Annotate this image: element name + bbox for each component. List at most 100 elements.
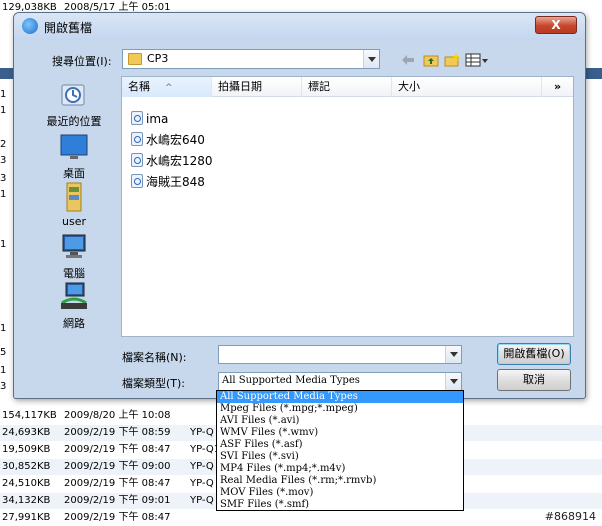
dialog-title: 開啟舊檔 bbox=[44, 21, 93, 35]
file-type-option[interactable]: SMF Files (*.smf) bbox=[217, 499, 463, 511]
background-ref: YP-Q bbox=[190, 478, 214, 489]
recent-places-icon bbox=[58, 79, 90, 111]
file-list-view[interactable]: 名稱 ^ 拍攝日期 標記 大小 » ima 水嶋宏640 水嶋宏1280 海賊王… bbox=[121, 76, 574, 337]
place-recent[interactable]: 最近的位置 bbox=[32, 79, 116, 129]
file-type-dropdown[interactable]: All Supported Media Types Mpeg Files (*.… bbox=[216, 390, 464, 511]
file-name: 水嶋宏1280 bbox=[146, 154, 213, 168]
folder-icon bbox=[128, 53, 142, 65]
look-in-label: 搜尋位置(I): bbox=[52, 55, 112, 68]
views-menu-icon[interactable] bbox=[465, 53, 489, 67]
look-in-value: CP3 bbox=[147, 52, 169, 65]
place-computer[interactable]: 電腦 bbox=[32, 231, 116, 281]
place-user[interactable]: user bbox=[32, 181, 116, 228]
background-date: 2009/2/19 下午 08:47 bbox=[64, 478, 171, 489]
camera-folder-icon bbox=[131, 153, 143, 167]
new-folder-icon[interactable] bbox=[444, 53, 460, 67]
file-type-option[interactable]: WMV Files (*.wmv) bbox=[217, 427, 463, 439]
background-size: 24,693KB bbox=[2, 427, 51, 438]
background-size: 34,132KB bbox=[2, 495, 51, 506]
file-type-option[interactable]: AVI Files (*.avi) bbox=[217, 415, 463, 427]
background-ref: YP-Q bbox=[190, 461, 214, 472]
background-ref: YP-Q bbox=[190, 495, 214, 506]
camera-folder-icon bbox=[131, 111, 143, 125]
file-type-option[interactable]: MP4 Files (*.mp4;*.m4v) bbox=[217, 463, 463, 475]
place-label: user bbox=[62, 215, 86, 228]
background-edge-number: 1 bbox=[0, 323, 7, 334]
file-type-value: All Supported Media Types bbox=[222, 375, 360, 386]
file-name-label: 檔案名稱(N): bbox=[122, 351, 187, 364]
background-size: 154,117KB bbox=[2, 410, 57, 421]
background-edge-number: 1 bbox=[0, 105, 7, 116]
camera-folder-icon bbox=[131, 132, 143, 146]
file-name-input[interactable] bbox=[218, 345, 462, 364]
background-date: 2009/2/19 下午 08:47 bbox=[64, 444, 171, 455]
background-date: 2009/2/19 下午 08:47 bbox=[64, 512, 171, 523]
list-item[interactable]: 水嶋宏1280 bbox=[131, 152, 213, 172]
sort-ascending-icon: ^ bbox=[165, 83, 173, 93]
camera-folder-icon bbox=[131, 174, 143, 188]
background-size: 24,510KB bbox=[2, 478, 51, 489]
list-item[interactable]: 海賊王848 bbox=[131, 173, 205, 193]
background-date: 2009/2/19 下午 08:59 bbox=[64, 427, 171, 438]
dialog-titlebar[interactable]: 開啟舊檔 X bbox=[14, 13, 585, 40]
file-type-option[interactable]: Real Media Files (*.rm;*.rmvb) bbox=[217, 475, 463, 487]
file-type-label: 檔案類型(T): bbox=[122, 377, 186, 390]
file-name: 海賊王848 bbox=[146, 175, 205, 189]
chevron-down-icon[interactable] bbox=[363, 50, 379, 68]
back-arrow-icon[interactable] bbox=[401, 53, 415, 67]
list-item[interactable]: ima bbox=[131, 110, 168, 130]
place-label: 桌面 bbox=[63, 167, 85, 180]
file-type-option[interactable]: All Supported Media Types bbox=[217, 391, 463, 403]
open-file-dialog: 開啟舊檔 X 搜尋位置(I): CP3 最近的位置 桌面 user 電腦 網路 … bbox=[13, 12, 586, 399]
background-date: 2009/2/19 下午 09:00 bbox=[64, 461, 171, 472]
app-logo-icon bbox=[22, 18, 38, 34]
column-header: 名稱 ^ 拍攝日期 標記 大小 » bbox=[122, 77, 573, 97]
background-edge-number: 1 bbox=[0, 189, 7, 200]
cancel-button[interactable]: 取消 bbox=[497, 369, 571, 391]
background-ref: YP-Q bbox=[190, 427, 214, 438]
column-tags[interactable]: 標記 bbox=[302, 77, 392, 97]
file-name: ima bbox=[146, 112, 169, 126]
list-item[interactable]: 水嶋宏640 bbox=[131, 131, 205, 151]
desktop-icon bbox=[58, 131, 90, 163]
background-edge-number: 3 bbox=[0, 173, 7, 184]
column-label: 名稱 bbox=[128, 80, 150, 93]
background-size: 30,852KB bbox=[2, 461, 51, 472]
background-date: 2009/2/19 下午 09:01 bbox=[64, 495, 171, 506]
close-button[interactable]: X bbox=[535, 16, 577, 34]
chevron-down-icon[interactable] bbox=[445, 373, 461, 390]
file-type-option[interactable]: MOV Files (*.mov) bbox=[217, 487, 463, 499]
background-edge-number: 3 bbox=[0, 381, 7, 392]
background-edge-number: 3 bbox=[0, 155, 7, 166]
column-size[interactable]: 大小 bbox=[392, 77, 542, 97]
background-edge-number: 5 bbox=[0, 347, 7, 358]
look-in-combobox[interactable]: CP3 bbox=[122, 49, 380, 69]
more-columns-button[interactable]: » bbox=[542, 77, 573, 97]
file-type-option[interactable]: Mpeg Files (*.mpg;*.mpeg) bbox=[217, 403, 463, 415]
place-label: 電腦 bbox=[63, 267, 85, 280]
up-folder-icon[interactable] bbox=[423, 53, 439, 67]
column-name[interactable]: 名稱 ^ bbox=[122, 77, 212, 97]
places-bar: 最近的位置 桌面 user 電腦 網路 bbox=[32, 77, 120, 337]
place-label: 網路 bbox=[63, 317, 85, 330]
open-button[interactable]: 開啟舊檔(O) bbox=[497, 343, 571, 365]
user-folder-icon bbox=[58, 181, 90, 213]
file-type-select[interactable]: All Supported Media Types bbox=[218, 372, 462, 391]
column-date-taken[interactable]: 拍攝日期 bbox=[212, 77, 302, 97]
file-type-option[interactable]: ASF Files (*.asf) bbox=[217, 439, 463, 451]
place-label: 最近的位置 bbox=[46, 115, 102, 128]
network-icon bbox=[58, 281, 90, 313]
background-edge-number: 1 bbox=[0, 239, 7, 250]
watermark: #868914 bbox=[544, 510, 596, 523]
background-date: 2009/8/20 上午 10:08 bbox=[64, 410, 171, 421]
background-size: 19,509KB bbox=[2, 444, 51, 455]
place-network[interactable]: 網路 bbox=[32, 281, 116, 331]
computer-icon bbox=[58, 231, 90, 263]
place-desktop[interactable]: 桌面 bbox=[32, 131, 116, 181]
chevron-down-icon[interactable] bbox=[445, 346, 461, 363]
file-name: 水嶋宏640 bbox=[146, 133, 205, 147]
background-size: 27,991KB bbox=[2, 512, 51, 523]
background-edge-number: 1 bbox=[0, 365, 7, 376]
background-row: 27,991KB 2009/2/19 下午 08:47 bbox=[0, 510, 602, 526]
file-type-option[interactable]: SVI Files (*.svi) bbox=[217, 451, 463, 463]
